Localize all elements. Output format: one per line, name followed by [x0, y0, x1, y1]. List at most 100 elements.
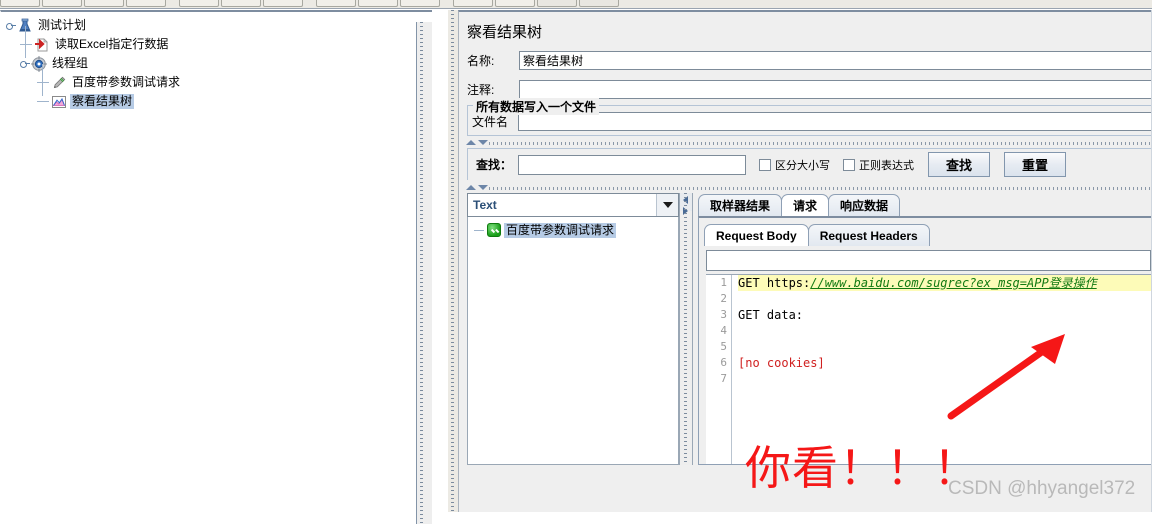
scrollbar-texture	[420, 22, 423, 524]
code-search-input[interactable]	[706, 250, 1151, 271]
tab-request-body[interactable]: Request Body	[704, 224, 809, 246]
view-results-tree-icon	[51, 94, 67, 110]
toolbar-button-cut[interactable]	[179, 0, 219, 7]
splitter-collapse-up-icon[interactable]	[466, 140, 476, 145]
line-number: 3	[720, 308, 727, 321]
name-row: 名称:	[459, 51, 1152, 70]
case-sensitive-checkbox[interactable]: 区分大小写	[759, 157, 830, 173]
tree-node-test-plan[interactable]: 测试计划	[3, 16, 432, 35]
thread-group-icon	[31, 55, 47, 72]
test-plan-tree[interactable]: 测试计划 读取Excel指定行数据 线程组 百度带参数调试请求 察看结果树	[1, 12, 432, 111]
request-body-code[interactable]: GET https://www.baidu.com/sugrec?ex_msg=…	[732, 275, 1151, 464]
toolbar-button-paste[interactable]	[263, 0, 303, 7]
code-line[interactable]: GET data:	[738, 307, 1151, 323]
tree-connector-dash	[37, 101, 49, 102]
tab-response-data[interactable]: 响应数据	[828, 194, 901, 216]
tree-node-http-request[interactable]: 百度带参数调试请求	[3, 64, 432, 92]
toolbar-button-templates[interactable]	[42, 0, 82, 7]
code-token: GET https:	[738, 276, 811, 290]
toolbar-button-start-no-pauses[interactable]	[358, 0, 398, 7]
tree-node-label: 察看结果树	[70, 94, 135, 109]
splitter-collapse-down-icon[interactable]	[478, 185, 488, 190]
tree-node-thread-group[interactable]: 线程组	[3, 45, 432, 73]
toolbar-button-search[interactable]	[537, 0, 577, 7]
line-number: 6	[720, 356, 727, 369]
request-tab-body: Request Body Request Headers 1 2 3 4 5 6 7 GET…	[698, 216, 1152, 465]
http-request-icon	[51, 75, 67, 91]
request-body-viewer[interactable]: 1 2 3 4 5 6 7 GET https://www.baidu.com/sugrec…	[706, 274, 1151, 464]
case-sensitive-label: 区分大小写	[775, 159, 831, 172]
horizontal-splitter-top[interactable]	[459, 139, 1152, 148]
page-title: 察看结果树	[467, 24, 543, 41]
search-input[interactable]	[518, 154, 747, 175]
tree-expand-handle-thread-group[interactable]	[19, 58, 30, 69]
checkbox-box[interactable]	[759, 158, 772, 171]
write-all-data-group: 所有数据写入一个文件 文件名	[467, 98, 1152, 136]
code-line[interactable]: [no cookies]	[738, 355, 1151, 371]
sampler-result-tree[interactable]: 百度带参数调试请求	[467, 217, 679, 465]
name-input[interactable]	[519, 51, 1152, 70]
toolbar-button-save[interactable]	[126, 0, 166, 7]
test-plan-tree-panel[interactable]: 测试计划 读取Excel指定行数据 线程组 百度带参数调试请求 察看结果树	[0, 10, 432, 524]
tree-node-label: 读取Excel指定行数据	[55, 37, 169, 51]
tree-node-view-results-tree[interactable]: 察看结果树	[3, 83, 432, 111]
success-icon	[487, 223, 501, 237]
code-line[interactable]	[738, 291, 1151, 307]
find-button[interactable]: 查找	[928, 152, 991, 177]
results-horizontal-scrollbar[interactable]	[679, 193, 693, 465]
toolbar-group-edit[interactable]	[179, 0, 305, 7]
reset-button[interactable]: 重置	[1004, 152, 1067, 177]
regex-checkbox[interactable]: 正则表达式	[843, 157, 914, 173]
splitter-texture	[489, 142, 1152, 145]
horizontal-splitter-bottom[interactable]	[459, 184, 1152, 193]
splitter-collapse-up-icon[interactable]	[466, 185, 476, 190]
renderer-select[interactable]: Text	[467, 193, 679, 217]
outer-tabstrip[interactable]: 取样器结果 请求 响应数据	[698, 193, 1152, 216]
comment-input[interactable]	[519, 80, 1152, 99]
splitter-collapse-down-icon[interactable]	[478, 140, 488, 145]
toolbar-button-reset-search[interactable]	[579, 0, 619, 7]
renderer-select-button[interactable]	[656, 194, 678, 216]
vertical-splitter[interactable]	[448, 10, 458, 512]
tree-expand-handle-test-plan[interactable]	[5, 20, 16, 31]
code-line[interactable]: GET https://www.baidu.com/sugrec?ex_msg=…	[738, 275, 1151, 291]
code-line[interactable]	[738, 339, 1151, 355]
line-number: 1	[720, 276, 727, 289]
code-line[interactable]	[738, 323, 1151, 339]
scrollbar-texture	[684, 193, 687, 465]
toolbar-button-open[interactable]	[84, 0, 124, 7]
toolbar-button-clear[interactable]	[453, 0, 493, 7]
line-number: 7	[720, 372, 727, 385]
comment-row: 注释:	[459, 80, 1152, 99]
tree-connector	[25, 45, 26, 58]
filename-input[interactable]	[518, 112, 1152, 131]
main-toolbar[interactable]	[0, 0, 1152, 9]
tab-request-headers[interactable]: Request Headers	[807, 224, 930, 246]
toolbar-button-start[interactable]	[316, 0, 356, 7]
tree-node-csv-data-set[interactable]: 读取Excel指定行数据	[3, 26, 432, 54]
csv-data-set-icon	[34, 37, 50, 53]
regex-label: 正则表达式	[859, 159, 915, 172]
tree-vertical-scrollbar[interactable]	[416, 22, 432, 524]
tab-sampler-result[interactable]: 取样器结果	[698, 194, 783, 216]
tree-node-label: 线程组	[52, 56, 89, 70]
toolbar-button-copy[interactable]	[221, 0, 261, 7]
code-line[interactable]	[738, 371, 1151, 387]
tree-connector	[42, 64, 43, 82]
search-label: 查找：	[476, 158, 513, 172]
toolbar-group-file[interactable]	[0, 0, 168, 7]
tab-request[interactable]: 请求	[781, 194, 830, 216]
toolbar-group-clear[interactable]	[453, 0, 621, 7]
line-number: 5	[720, 340, 727, 353]
checkbox-box[interactable]	[843, 158, 856, 171]
tree-connector	[25, 26, 26, 44]
inner-tabstrip[interactable]: Request Body Request Headers	[704, 223, 1151, 246]
name-label: 名称:	[467, 54, 495, 68]
sampler-result-label: 百度带参数调试请求	[504, 222, 617, 238]
line-number: 2	[720, 292, 727, 305]
toolbar-button-new[interactable]	[0, 0, 40, 7]
toolbar-button-clear-all[interactable]	[495, 0, 535, 7]
toolbar-group-run[interactable]	[316, 0, 442, 7]
sampler-result-item[interactable]: 百度带参数调试请求	[468, 221, 678, 239]
toolbar-button-stop[interactable]	[400, 0, 440, 7]
